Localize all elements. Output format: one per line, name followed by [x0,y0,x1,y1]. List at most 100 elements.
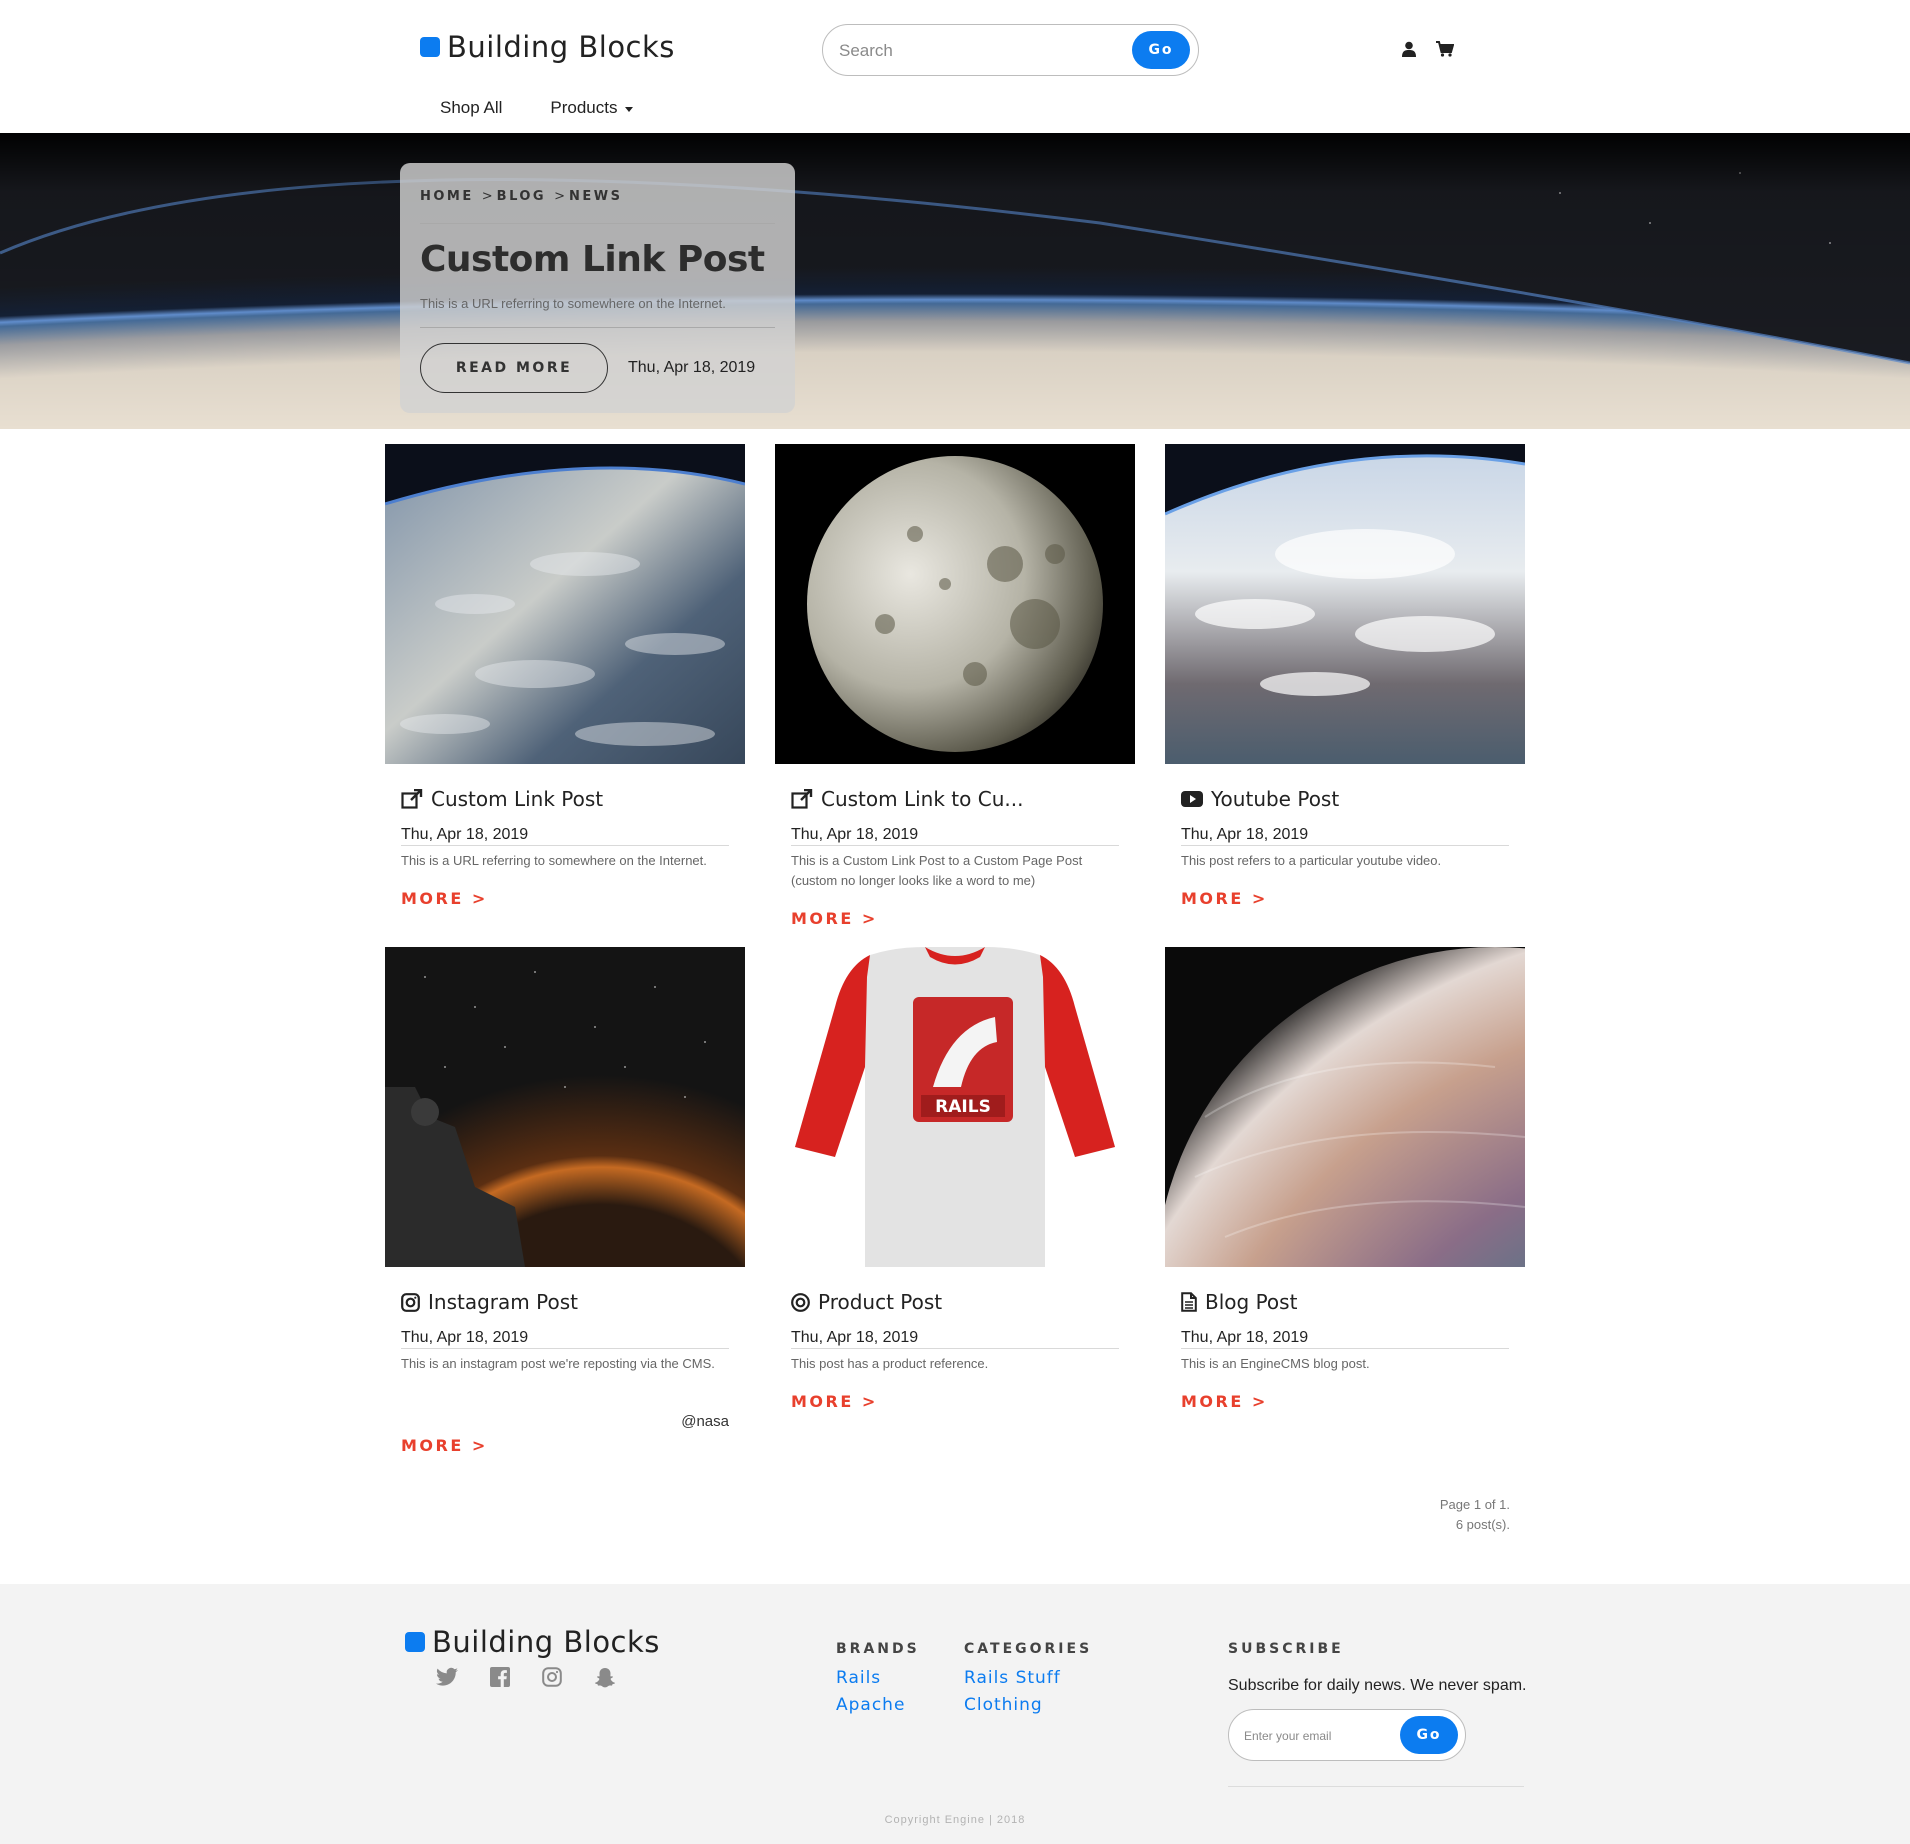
footer-link-rails[interactable]: Rails [836,1665,920,1692]
post-card: Blog Post Thu, Apr 18, 2019 This is an E… [1165,947,1525,1427]
post-title[interactable]: Custom Link to Cu... [791,787,1023,811]
main-nav: Shop All Products [440,98,634,118]
post-card: Instagram Post Thu, Apr 18, 2019 This is… [385,947,745,1467]
youtube-icon [1181,791,1203,807]
post-image[interactable] [385,947,745,1267]
hero-banner: HOME > BLOG > NEWS Custom Link Post This… [0,133,1910,429]
post-title[interactable]: Instagram Post [401,1290,578,1314]
breadcrumb-blog[interactable]: BLOG [497,189,546,204]
brand-logo[interactable]: Building Blocks [420,30,675,64]
search-bar: Go [822,24,1199,76]
footer-link-apache[interactable]: Apache [836,1692,920,1719]
more-link[interactable]: MORE > [791,1392,878,1411]
divider [401,1348,729,1349]
snapchat-icon[interactable] [594,1667,616,1688]
post-description: This is an instagram post we're repostin… [401,1356,715,1371]
user-icon[interactable] [1398,38,1420,60]
post-image[interactable] [385,444,745,764]
post-description: This is a URL referring to somewhere on … [401,853,707,868]
search-button[interactable]: Go [1132,31,1190,69]
post-description: This post refers to a particular youtube… [1181,853,1442,868]
divider [420,327,775,328]
hero-date: Thu, Apr 18, 2019 [628,359,756,376]
divider [1181,845,1509,846]
divider [420,223,775,224]
subscribe-button[interactable]: Go [1400,1716,1458,1754]
post-title-text: Product Post [818,1290,943,1314]
more-link[interactable]: MORE > [1181,889,1268,908]
facebook-icon[interactable] [490,1667,510,1687]
more-link[interactable]: MORE > [1181,1392,1268,1411]
breadcrumb-home[interactable]: HOME [420,189,474,204]
page-indicator: Page 1 of 1. [1439,1497,1510,1512]
post-title-text: Custom Link Post [431,787,604,811]
twitter-icon[interactable] [436,1667,458,1687]
footer-brands-column: BRANDS Rails Apache [836,1641,920,1719]
nav-shop-all-label: Shop All [440,98,503,117]
post-title[interactable]: Product Post [791,1290,942,1314]
subscribe-description: Subscribe for daily news. We never spam. [1228,1677,1527,1694]
footer-brand-logo[interactable]: Building Blocks [405,1625,660,1659]
brand-name: Building Blocks [447,30,675,64]
nav-shop-all[interactable]: Shop All [440,98,502,118]
site-header: Building Blocks Go Shop All Products [0,0,1910,133]
cart-icon[interactable] [1434,38,1456,60]
instagram-icon[interactable] [542,1667,562,1687]
footer-subscribe-heading: SUBSCRIBE [1228,1641,1344,1657]
instagram-handle[interactable]: @nasa [681,1413,729,1430]
breadcrumb-news[interactable]: NEWS [569,189,622,204]
external-link-icon [401,789,423,809]
post-image[interactable] [1165,444,1525,764]
target-icon [791,1292,810,1312]
caret-down-icon [625,106,634,112]
post-title-text: Youtube Post [1211,787,1340,811]
site-footer: Building Blocks BRANDS Rails Apache CATE… [0,1584,1910,1844]
copyright: Copyright Engine | 2018 [884,1814,1026,1826]
divider [791,1348,1119,1349]
social-links [436,1667,616,1688]
divider [791,845,1119,846]
post-title[interactable]: Blog Post [1181,1290,1297,1314]
brand-mark-icon [405,1632,425,1652]
post-date: Thu, Apr 18, 2019 [791,826,919,843]
more-link[interactable]: MORE > [401,1436,488,1455]
post-card: Youtube Post Thu, Apr 18, 2019 This post… [1165,444,1525,924]
post-title-text: Custom Link to Cu... [821,787,1024,811]
footer-categories-heading: CATEGORIES [964,1641,1093,1657]
hero-subtitle: This is a URL referring to somewhere on … [420,296,726,311]
pagination-info: Page 1 of 1. 6 post(s). [1310,1495,1510,1535]
post-title[interactable]: Custom Link Post [401,787,603,811]
external-link-icon [791,789,813,809]
post-card: Custom Link to Cu... Thu, Apr 18, 2019 T… [775,444,1135,928]
breadcrumb: HOME > BLOG > NEWS [420,189,622,204]
post-image[interactable] [775,444,1135,764]
post-date: Thu, Apr 18, 2019 [401,826,529,843]
subscribe-form: Go [1228,1709,1466,1761]
post-image[interactable]: RAILS [775,947,1135,1267]
search-input[interactable] [839,37,1109,65]
more-link[interactable]: MORE > [401,889,488,908]
more-link[interactable]: MORE > [791,909,878,928]
breadcrumb-separator: > [481,189,493,204]
svg-text:RAILS: RAILS [935,1097,991,1117]
post-date: Thu, Apr 18, 2019 [401,1329,529,1346]
brand-mark-icon [420,37,440,57]
instagram-icon [401,1292,420,1312]
footer-link-rails-stuff[interactable]: Rails Stuff [964,1665,1092,1692]
divider [1228,1786,1524,1787]
post-date: Thu, Apr 18, 2019 [1181,1329,1309,1346]
email-field[interactable] [1244,1725,1394,1747]
footer-subscribe-column: SUBSCRIBE [1228,1641,1344,1665]
read-more-button[interactable]: READ MORE [420,343,608,393]
nav-products-dropdown[interactable]: Products [550,98,634,118]
post-card: Custom Link Post Thu, Apr 18, 2019 This … [385,444,745,924]
post-card: RAILS Product Post Thu, Apr 18, 2019 Thi… [775,947,1135,1427]
post-title-text: Blog Post [1205,1290,1298,1314]
post-description: This is a Custom Link Post to a Custom P… [791,853,1083,888]
hero-card: HOME > BLOG > NEWS Custom Link Post This… [400,163,795,413]
footer-brands-heading: BRANDS [836,1641,920,1657]
footer-link-clothing[interactable]: Clothing [964,1692,1092,1719]
post-title[interactable]: Youtube Post [1181,787,1339,811]
post-description: This is an EngineCMS blog post. [1181,1356,1370,1371]
post-image[interactable] [1165,947,1525,1267]
